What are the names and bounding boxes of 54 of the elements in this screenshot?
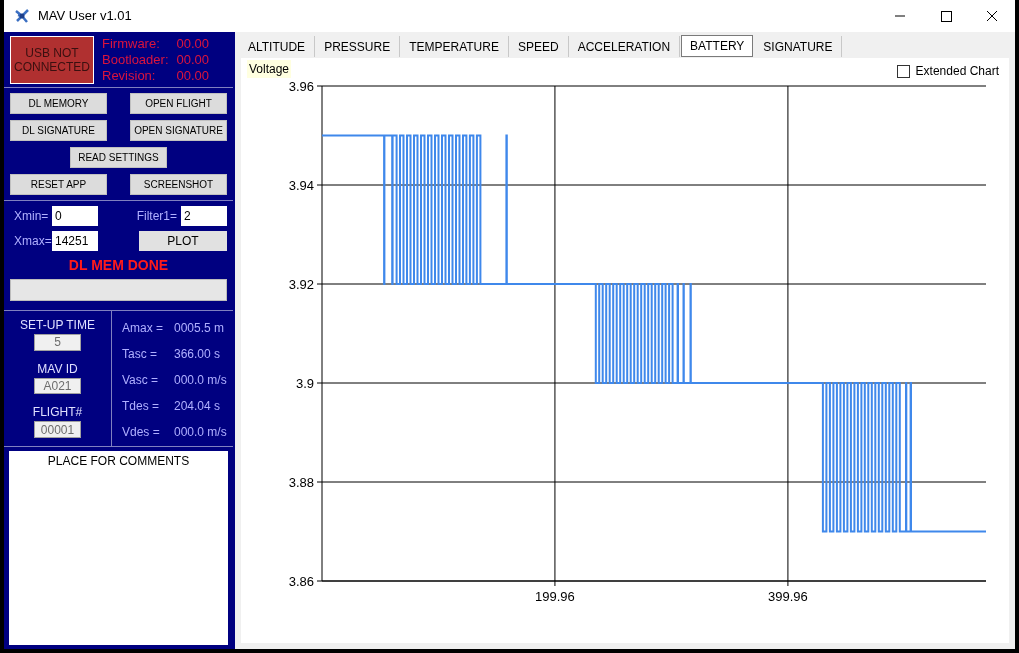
status-message: DL MEM DONE [67, 256, 170, 274]
action-button[interactable]: DL MEMORY [10, 93, 107, 114]
xmax-label: Xmax= [13, 233, 52, 250]
y-tick-label: 3.9 [295, 376, 314, 391]
info-value: 00.00 [176, 51, 210, 68]
comments-area[interactable]: PLACE FOR COMMENTS [9, 451, 228, 645]
result-value: 366.00 s [174, 346, 221, 363]
setup-field: 00001 [34, 421, 81, 438]
info-label: Bootloader: [102, 51, 169, 68]
result-label: Amax = [122, 320, 164, 337]
tab[interactable]: BATTERY [681, 35, 754, 57]
action-button[interactable]: RESET APP [10, 174, 107, 195]
result-value: 0005.5 m [174, 320, 225, 337]
result-value: 000.0 m/s [174, 424, 227, 441]
y-tick-label: 3.86 [288, 574, 314, 589]
window-title: MAV User v1.01 [38, 7, 132, 26]
setup-label: MAV ID [37, 361, 78, 376]
filter-label: Filter1= [136, 208, 177, 225]
checkbox[interactable] [896, 64, 910, 78]
action-button[interactable]: OPEN SIGNATURE [130, 120, 227, 141]
chart-title: Voltage [247, 60, 292, 78]
info-value: 00.00 [176, 67, 210, 84]
setup-label: SET-UP TIME [20, 318, 95, 332]
setup-label: FLIGHT# [32, 405, 83, 420]
xmin-field[interactable]: 0 [52, 206, 98, 226]
extended-chart-checkbox[interactable]: Extended Chart [896, 62, 999, 80]
result-value: 000.0 m/s [174, 372, 227, 389]
y-tick-label: 3.96 [288, 79, 314, 94]
result-label: Vdes = [122, 424, 161, 441]
result-label: Tasc = [122, 346, 158, 363]
action-button[interactable]: DL SIGNATURE [10, 120, 107, 141]
y-tick-label: 3.88 [288, 475, 314, 490]
setup-field: A021 [34, 377, 81, 395]
result-label: Vasc = [122, 372, 160, 389]
info-label: Firmware: [102, 35, 161, 52]
comments-title: PLACE FOR COMMENTS [47, 453, 190, 467]
filter-field[interactable]: 2 [181, 206, 227, 226]
x-tick-label: 399.96 [768, 589, 808, 604]
action-button[interactable]: READ SETTINGS [70, 147, 167, 168]
y-tick-label: 3.94 [288, 178, 314, 193]
setup-field: 5 [34, 334, 81, 351]
xmin-label: Xmin= [13, 208, 50, 225]
x-tick-label: 199.96 [535, 589, 575, 604]
xmax-field[interactable]: 14251 [52, 231, 98, 251]
action-button[interactable]: OPEN FLIGHT [130, 93, 227, 114]
info-label: Revision: [102, 67, 157, 84]
info-value: 00.00 [176, 35, 210, 52]
action-button[interactable]: SCREENSHOT [130, 174, 227, 195]
app-icon [14, 8, 30, 24]
y-tick-label: 3.92 [288, 277, 314, 292]
result-value: 204.04 s [174, 398, 221, 415]
usb-status: USB NOT CONNECTED [10, 35, 94, 84]
plot-button[interactable]: PLOT [139, 231, 227, 251]
result-label: Tdes = [122, 398, 161, 415]
